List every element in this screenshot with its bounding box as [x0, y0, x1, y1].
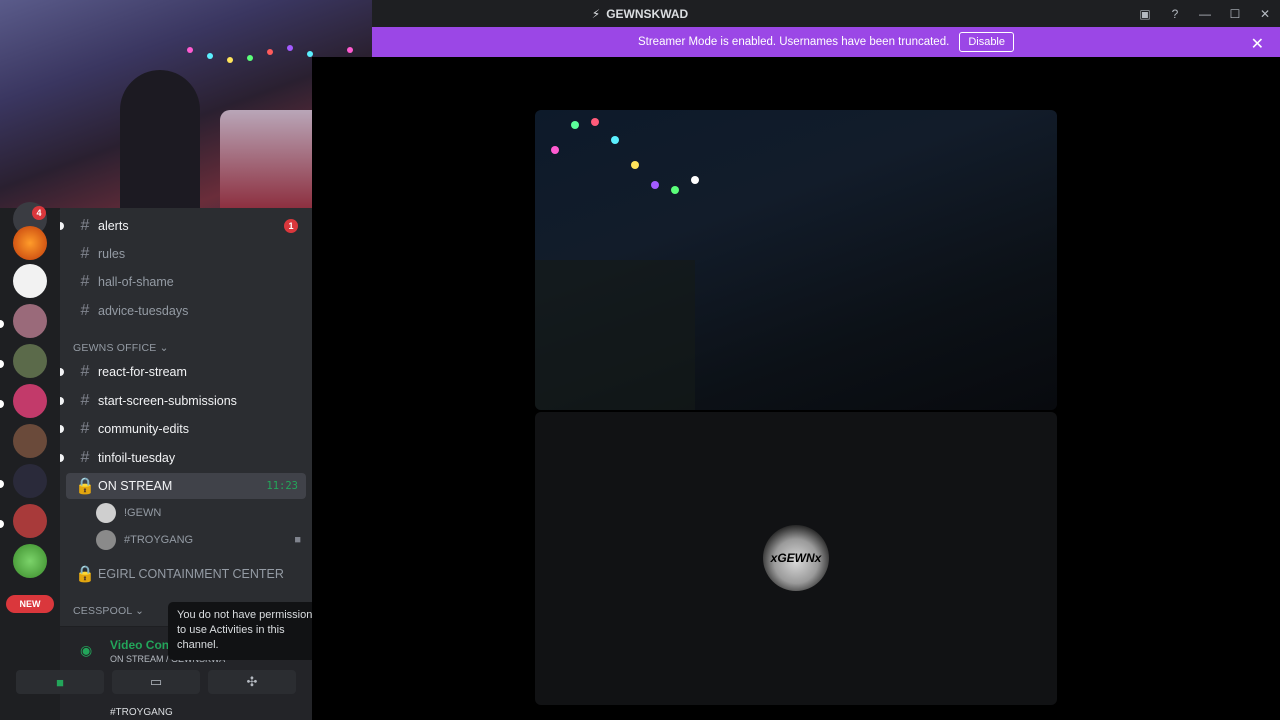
avatar	[96, 530, 116, 550]
channel-name: react-for-stream	[98, 365, 187, 379]
window-controls: ▣ ? — ☐ ✕	[1130, 0, 1280, 27]
avatar	[96, 503, 116, 523]
channel-community-edits[interactable]: # community-edits	[60, 416, 306, 442]
video-camera-icon: ■	[294, 534, 301, 546]
category-cesspool[interactable]: CESSPOOL ⌄	[73, 605, 144, 617]
voice-timer: 11:23	[266, 480, 298, 492]
hash-icon: #	[80, 420, 90, 437]
category-gewns-office[interactable]: GEWNS OFFICE ⌄	[73, 342, 169, 354]
stream-tile[interactable]	[535, 110, 1057, 410]
inbox-icon[interactable]: ▣	[1130, 0, 1160, 27]
streamer-mode-banner: Streamer Mode is enabled. Usernames have…	[372, 27, 1280, 57]
window-title: GEWNSKWAD	[606, 6, 689, 21]
server-icon-8[interactable]	[13, 464, 47, 498]
channel-alerts[interactable]: # alerts 1	[60, 213, 306, 239]
voice-user-name: !GEWN	[124, 507, 162, 519]
channel-name: rules	[98, 247, 126, 261]
unread-indicator	[60, 454, 64, 462]
channel-egirl-containment-center[interactable]: 🔒 EGIRL CONTAINMENT CENTER	[66, 561, 306, 587]
channel-react-for-stream[interactable]: # react-for-stream	[60, 359, 306, 385]
lock-icon: 🔒	[75, 566, 95, 583]
camera-off-tile[interactable]: xGEWNx	[535, 412, 1057, 705]
channel-rules[interactable]: # rules	[66, 241, 306, 267]
channel-name: advice-tuesdays	[98, 304, 189, 318]
stream-lights-graphic	[535, 118, 699, 410]
category-label: CESSPOOL	[73, 605, 132, 617]
voice-user-name: #TROYGANG	[124, 534, 194, 546]
hash-icon: #	[80, 273, 90, 290]
server-icon-3[interactable]	[13, 264, 47, 298]
voice-user[interactable]: #TROYGANG ■	[96, 528, 301, 552]
maximize-icon[interactable]: ☐	[1220, 0, 1250, 27]
channel-hall-of-shame[interactable]: # hall-of-shame	[66, 269, 306, 295]
unread-indicator	[60, 425, 64, 433]
server-unread-pill	[0, 520, 4, 528]
server-unread-pill	[0, 360, 4, 368]
server-icon-2[interactable]	[13, 226, 47, 260]
streamer-silhouette	[120, 70, 200, 208]
unread-indicator	[60, 368, 64, 376]
server-unread-pill	[0, 480, 4, 488]
new-badge: NEW	[6, 595, 54, 613]
server-unread-pill	[0, 320, 4, 328]
minimize-icon[interactable]: —	[1190, 0, 1220, 27]
channel-tinfoil-tuesday[interactable]: # tinfoil-tuesday	[60, 445, 306, 471]
unread-indicator	[60, 397, 64, 405]
help-icon[interactable]: ?	[1160, 0, 1190, 27]
banner-message: Streamer Mode is enabled. Usernames have…	[637, 36, 950, 48]
hash-icon: #	[80, 449, 90, 466]
hash-icon: #	[80, 217, 90, 234]
server-icon-5[interactable]	[13, 344, 47, 378]
channel-name: start-screen-submissions	[98, 394, 237, 408]
channel-name: hall-of-shame	[98, 275, 174, 289]
close-window-icon[interactable]: ✕	[1250, 0, 1280, 27]
category-label: GEWNS OFFICE	[73, 342, 157, 354]
channel-advice-tuesdays[interactable]: # advice-tuesdays	[66, 298, 306, 324]
activities-tooltip: You do not have permissions to use Activ…	[168, 602, 333, 660]
avatar: xGEWNx	[763, 525, 829, 591]
unread-indicator	[60, 222, 64, 230]
channel-name: tinfoil-tuesday	[98, 451, 176, 465]
server-icon-7[interactable]	[13, 424, 47, 458]
server-icon-6[interactable]	[13, 384, 47, 418]
channel-name: ON STREAM	[98, 479, 173, 493]
channel-start-screen-submissions[interactable]: # start-screen-submissions	[60, 388, 306, 414]
hash-icon: #	[80, 392, 90, 409]
server-icon: ⚡	[591, 6, 601, 21]
server-icon-4[interactable]	[13, 304, 47, 338]
hash-icon: #	[80, 302, 90, 319]
voice-user[interactable]: !GEWN	[96, 501, 301, 525]
channel-name: alerts	[98, 219, 129, 233]
lock-voice-icon: 🔒	[75, 478, 95, 495]
hash-icon: #	[80, 245, 90, 262]
disable-streamer-mode-button[interactable]: Disable	[959, 32, 1014, 52]
video-stage: xGEWNx	[312, 57, 1280, 720]
server-mention-badge: 4	[32, 206, 46, 220]
server-unread-pill	[0, 400, 4, 408]
channel-name: EGIRL CONTAINMENT CENTER	[98, 567, 284, 581]
server-icon-10[interactable]	[13, 544, 47, 578]
server-icon-9[interactable]	[13, 504, 47, 538]
channel-name: community-edits	[98, 422, 189, 436]
close-banner-icon[interactable]: ✕	[1251, 34, 1264, 54]
mention-badge: 1	[284, 219, 298, 233]
voice-channel-on-stream[interactable]: 🔒 ON STREAM 11:23	[66, 473, 306, 499]
hash-icon: #	[80, 363, 90, 380]
